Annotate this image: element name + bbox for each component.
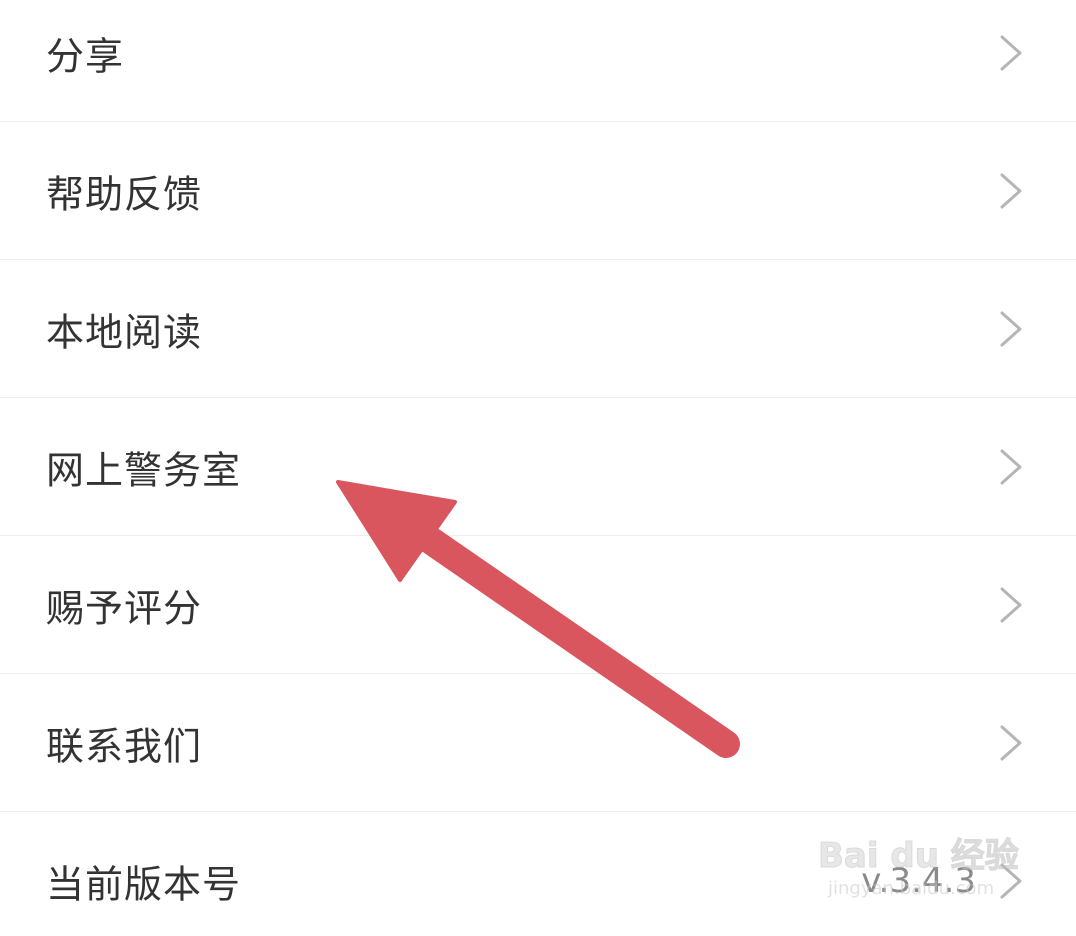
menu-item-share[interactable]: 分享 bbox=[0, 0, 1076, 122]
menu-item-label: 帮助反馈 bbox=[46, 172, 203, 217]
menu-item-label: 赐予评分 bbox=[46, 586, 203, 631]
menu-item-label: 网上警务室 bbox=[46, 448, 242, 493]
chevron-right-icon bbox=[1000, 587, 1022, 623]
menu-item-local-reading[interactable]: 本地阅读 bbox=[0, 260, 1076, 398]
menu-item-label: 分享 bbox=[46, 34, 125, 79]
chevron-right-icon bbox=[1000, 35, 1022, 71]
chevron-right-icon bbox=[1000, 449, 1022, 485]
chevron-right-icon bbox=[1000, 173, 1022, 209]
menu-item-label: 联系我们 bbox=[46, 724, 203, 769]
chevron-right-icon bbox=[1000, 863, 1022, 899]
menu-item-contact-us[interactable]: 联系我们 bbox=[0, 674, 1076, 812]
chevron-right-icon bbox=[1000, 725, 1022, 761]
chevron-right-icon bbox=[1000, 311, 1022, 347]
version-value: v.3.4.3 bbox=[861, 861, 976, 901]
menu-item-current-version[interactable]: 当前版本号 v.3.4.3 bbox=[0, 812, 1076, 936]
menu-item-online-police-office[interactable]: 网上警务室 bbox=[0, 398, 1076, 536]
menu-item-label: 当前版本号 bbox=[46, 862, 242, 907]
menu-item-label: 本地阅读 bbox=[46, 310, 203, 355]
menu-item-help-feedback[interactable]: 帮助反馈 bbox=[0, 122, 1076, 260]
settings-menu-list: 分享 帮助反馈 本地阅读 网上警务室 赐予评分 联系我们 当前版本号 v.3.4… bbox=[0, 0, 1076, 936]
menu-item-rate-app[interactable]: 赐予评分 bbox=[0, 536, 1076, 674]
